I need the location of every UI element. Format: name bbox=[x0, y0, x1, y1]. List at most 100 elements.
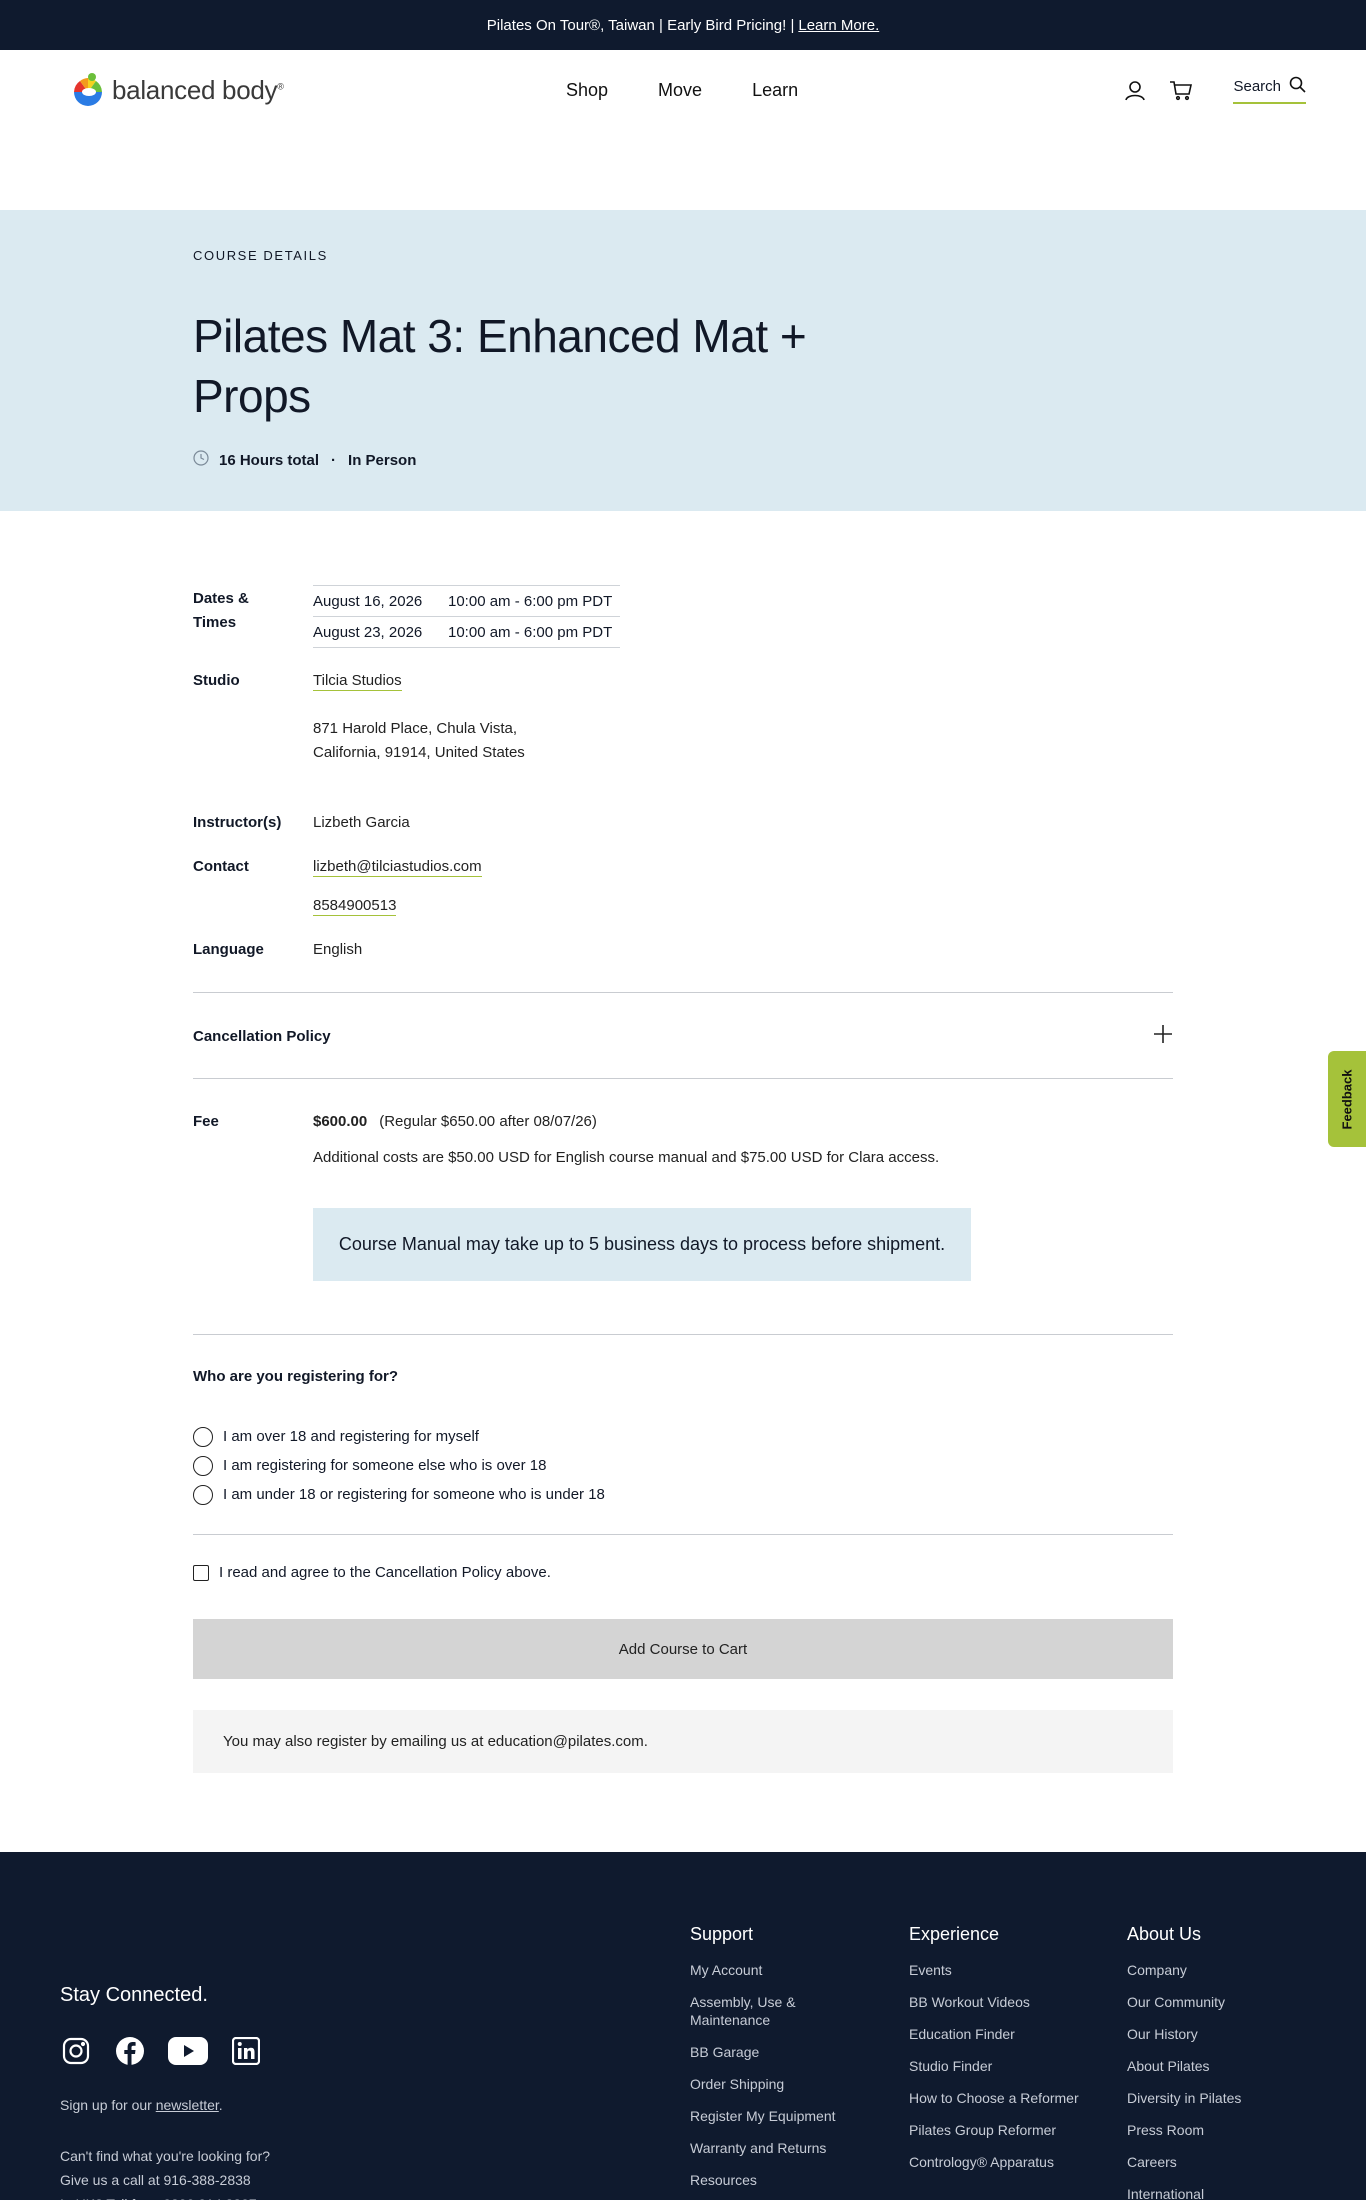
course-details: Dates & Times August 16, 2026 10:00 am -… bbox=[0, 511, 1366, 1852]
date-cell: August 16, 2026 bbox=[313, 592, 423, 610]
footer-link[interactable]: Our Community bbox=[1127, 1993, 1297, 2011]
instructor-label: Instructor(s) bbox=[193, 814, 282, 831]
announcement-text: Pilates On Tour®, Taiwan | Early Bird Pr… bbox=[486, 16, 795, 34]
social-links bbox=[60, 2035, 262, 2067]
stay-connected-heading: Stay Connected. bbox=[60, 1984, 208, 2006]
nav-shop[interactable]: Shop bbox=[566, 80, 608, 101]
plus-icon[interactable] bbox=[1153, 1024, 1173, 1049]
instagram-icon[interactable] bbox=[60, 2035, 92, 2067]
search-label: Search bbox=[1233, 78, 1281, 95]
cart-icon[interactable] bbox=[1169, 78, 1193, 102]
studio-address-line2: California, 91914, United States bbox=[313, 744, 525, 761]
footer-link[interactable]: Studio Finder bbox=[909, 2057, 1079, 2075]
help-line: Give us a call at 916-388-2838 bbox=[60, 2172, 251, 2188]
footer-link[interactable]: BB Garage bbox=[690, 2043, 860, 2061]
account-icon[interactable] bbox=[1123, 78, 1147, 102]
footer-link[interactable]: Diversity in Pilates bbox=[1127, 2089, 1297, 2107]
course-format: In Person bbox=[348, 451, 417, 469]
course-hours: 16 Hours total bbox=[219, 451, 320, 469]
clock-icon bbox=[193, 450, 209, 470]
time-cell: 10:00 am - 6:00 pm PDT bbox=[448, 623, 613, 641]
contact-phone-link[interactable]: 8584900513 bbox=[313, 897, 397, 916]
footer-link[interactable]: Order Shipping bbox=[690, 2075, 860, 2093]
email-registration-note: You may also register by emailing us at … bbox=[193, 1710, 1173, 1773]
linkedin-icon[interactable] bbox=[230, 2035, 262, 2067]
registration-question: Who are you registering for? bbox=[193, 1368, 399, 1385]
registration-options: I am over 18 and registering for myself … bbox=[193, 1422, 605, 1509]
registration-option[interactable]: I am under 18 or registering for someone… bbox=[193, 1480, 605, 1509]
site-footer: Stay Connected. Sign up for our newslett… bbox=[0, 1852, 1366, 2200]
studio-link[interactable]: Tilcia Studios bbox=[313, 672, 402, 691]
radio-button[interactable] bbox=[193, 1484, 213, 1505]
footer-column-title: Support bbox=[690, 1924, 754, 1944]
announcement-bar: Pilates On Tour®, Taiwan | Early Bird Pr… bbox=[0, 0, 1366, 50]
cancellation-policy-accordion[interactable]: Cancellation Policy bbox=[193, 1024, 1173, 1049]
footer-link[interactable]: Pilates Group Reformer bbox=[909, 2121, 1079, 2139]
language-label: Language bbox=[193, 941, 264, 958]
nav-learn[interactable]: Learn bbox=[752, 80, 798, 101]
dates-label: Dates & Times bbox=[193, 590, 249, 631]
footer-link[interactable]: Careers bbox=[1127, 2153, 1297, 2171]
agree-policy[interactable]: I read and agree to the Cancellation Pol… bbox=[193, 1564, 551, 1581]
contact-label: Contact bbox=[193, 858, 249, 875]
agree-checkbox[interactable] bbox=[193, 1564, 209, 1581]
footer-column-experience: Experience Events BB Workout Videos Educ… bbox=[909, 1924, 1079, 2185]
footer-link[interactable]: Resources bbox=[690, 2171, 860, 2189]
agree-label: I read and agree to the Cancellation Pol… bbox=[219, 1564, 551, 1581]
logo[interactable]: balanced body® bbox=[70, 72, 284, 108]
dates-table: August 16, 2026 10:00 am - 6:00 pm PDT A… bbox=[313, 585, 620, 648]
studio-label: Studio bbox=[193, 672, 240, 689]
footer-link[interactable]: BB Workout Videos bbox=[909, 1993, 1079, 2011]
youtube-icon[interactable] bbox=[168, 2035, 208, 2067]
feedback-label: Feedback bbox=[1339, 1069, 1355, 1129]
time-cell: 10:00 am - 6:00 pm PDT bbox=[448, 592, 613, 610]
footer-link[interactable]: Press Room bbox=[1127, 2121, 1297, 2139]
cancellation-policy-title: Cancellation Policy bbox=[193, 1028, 331, 1045]
manual-notice: Course Manual may take up to 5 business … bbox=[313, 1208, 971, 1281]
contact-email-link[interactable]: lizbeth@tilciastudios.com bbox=[313, 858, 482, 877]
registration-option[interactable]: I am over 18 and registering for myself bbox=[193, 1422, 605, 1451]
footer-link[interactable]: Our History bbox=[1127, 2025, 1297, 2043]
divider bbox=[193, 1534, 1173, 1535]
language-value: English bbox=[313, 941, 363, 958]
footer-link[interactable]: How to Choose a Reformer bbox=[909, 2089, 1079, 2107]
add-course-to-cart-button[interactable]: Add Course to Cart bbox=[193, 1619, 1173, 1679]
fee-line: $600.00 (Regular $650.00 after 08/07/26) bbox=[313, 1110, 597, 1134]
registration-option[interactable]: I am registering for someone else who is… bbox=[193, 1451, 605, 1480]
footer-link[interactable]: Assembly, Use & Maintenance bbox=[690, 1993, 860, 2029]
newsletter-signup: Sign up for our newsletter. bbox=[60, 2097, 223, 2113]
footer-link[interactable]: Register My Equipment bbox=[690, 2107, 860, 2125]
help-line: In UK? Toll free: 0800 014 8207 bbox=[60, 2192, 270, 2200]
divider bbox=[193, 1078, 1173, 1079]
fee-label: Fee bbox=[193, 1113, 219, 1130]
fee-regular: (Regular $650.00 after 08/07/26) bbox=[379, 1113, 597, 1130]
facebook-icon[interactable] bbox=[114, 2035, 146, 2067]
footer-column-about-us: About Us Company Our Community Our Histo… bbox=[1127, 1924, 1297, 2200]
main-nav: Shop Move Learn bbox=[566, 80, 798, 101]
studio-address-line1: 871 Harold Place, Chula Vista, bbox=[313, 720, 518, 737]
footer-link[interactable]: About Pilates bbox=[1127, 2057, 1297, 2075]
course-hero: COURSE DETAILS Pilates Mat 3: Enhanced M… bbox=[0, 210, 1366, 511]
additional-costs: Additional costs are $50.00 USD for Engl… bbox=[313, 1149, 940, 1166]
footer-column-support: Support My Account Assembly, Use & Maint… bbox=[690, 1924, 860, 2200]
radio-button[interactable] bbox=[193, 1426, 213, 1447]
announcement-learn-more-link[interactable]: Learn More. bbox=[798, 17, 879, 34]
site-header: balanced body® Shop Move Learn Search bbox=[0, 50, 1366, 210]
divider bbox=[193, 1334, 1173, 1335]
feedback-tab[interactable]: Feedback bbox=[1328, 1051, 1366, 1147]
footer-link[interactable]: Company bbox=[1127, 1961, 1297, 1979]
header-tools: Search bbox=[1123, 76, 1306, 104]
nav-move[interactable]: Move bbox=[658, 80, 702, 101]
course-meta: 16 Hours total · In Person bbox=[193, 450, 416, 470]
footer-link[interactable]: Events bbox=[909, 1961, 1079, 1979]
footer-link[interactable]: Contrology® Apparatus bbox=[909, 2153, 1079, 2171]
search-button[interactable]: Search bbox=[1233, 76, 1306, 104]
footer-link[interactable]: Warranty and Returns bbox=[690, 2139, 860, 2157]
instructor-name: Lizbeth Garcia bbox=[313, 814, 410, 831]
radio-button[interactable] bbox=[193, 1455, 213, 1476]
footer-link[interactable]: Education Finder bbox=[909, 2025, 1079, 2043]
footer-link[interactable]: International bbox=[1127, 2185, 1297, 2200]
footer-link[interactable]: My Account bbox=[690, 1961, 860, 1979]
divider bbox=[193, 992, 1173, 993]
newsletter-link[interactable]: newsletter bbox=[156, 2097, 219, 2113]
